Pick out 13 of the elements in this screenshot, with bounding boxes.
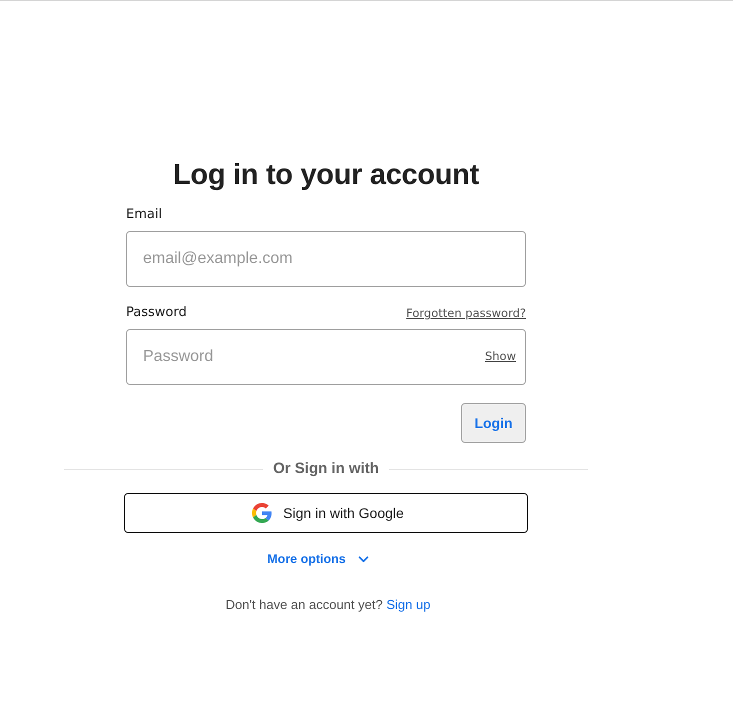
forgotten-password-link[interactable]: Forgotten password? bbox=[406, 305, 526, 321]
sign-up-link[interactable]: Sign up bbox=[386, 597, 430, 612]
email-label: Email bbox=[126, 206, 162, 224]
show-password-link[interactable]: Show bbox=[484, 348, 516, 364]
more-options-button[interactable]: More options bbox=[267, 550, 369, 568]
password-label: Password bbox=[126, 304, 187, 322]
g-logo-icon bbox=[252, 503, 272, 523]
google-sign-in-button[interactable]: Sign in with Google bbox=[124, 493, 528, 533]
login-button[interactable]: Login bbox=[461, 403, 526, 443]
divider-text: Or Sign in with bbox=[273, 459, 379, 479]
email-field[interactable]: email@example.com bbox=[126, 231, 526, 287]
page-title: Log in to your account bbox=[173, 158, 479, 193]
signup-prompt: Don't have an account yet? Sign up bbox=[226, 596, 430, 614]
